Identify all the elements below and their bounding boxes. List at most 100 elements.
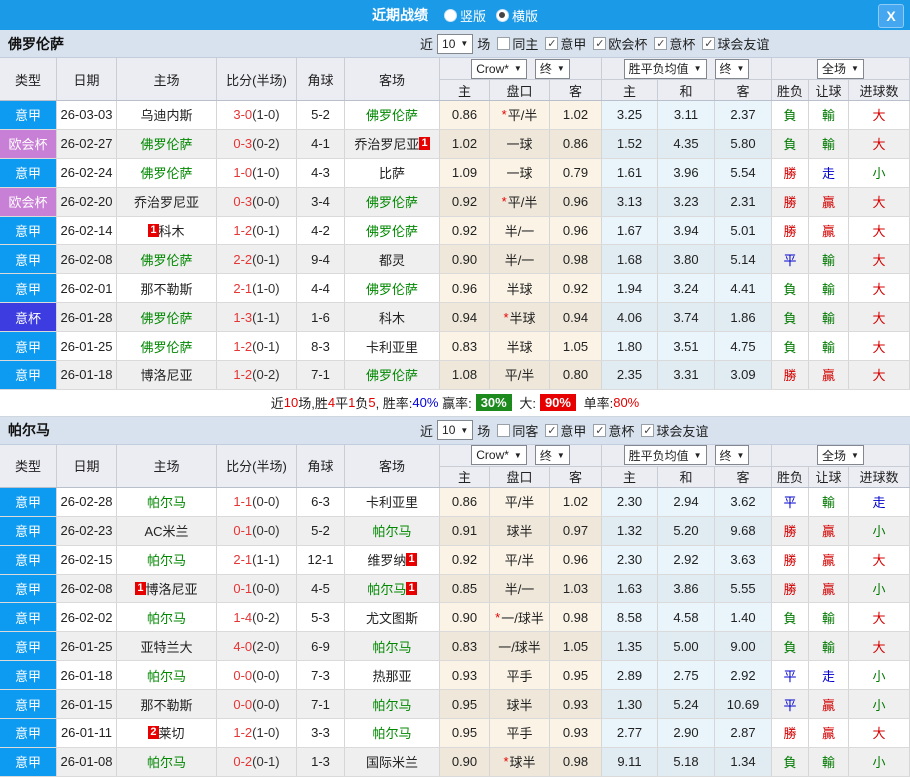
match-row: 意甲26-01-25佛罗伦萨1-2(0-1)8-3卡利亚里0.83半球1.051… — [0, 332, 910, 361]
col-date: 日期 — [57, 58, 117, 100]
handicap-cell: 半/一 — [490, 217, 550, 245]
team-section-parma: 帕尔马 近 10▼ 场 同客 ✓意甲✓意杯✓球会友谊 类型 日期 主场 比分(半… — [0, 417, 910, 777]
home-odds-cell: 0.93 — [440, 661, 490, 689]
avg-stage-select[interactable]: 终▼ — [715, 445, 750, 465]
rank-badge: 1 — [135, 582, 145, 595]
home-odds-cell: 0.92 — [440, 546, 490, 574]
handicap-value: 一/球半 — [501, 608, 544, 627]
league-type-cell: 意甲 — [0, 546, 57, 574]
avg-away-cell: 2.92 — [715, 661, 772, 689]
away-team-cell: 佛罗伦萨 — [345, 101, 440, 129]
home-team-cell: 佛罗伦萨 — [117, 332, 217, 360]
corner-cell: 3-4 — [297, 188, 345, 216]
team-name: 帕尔马 — [8, 420, 50, 440]
match-row: 欧会杯26-02-27佛罗伦萨0-3(0-2)4-1乔治罗尼亚11.02一球0.… — [0, 130, 910, 159]
odds-stage-select[interactable]: 终▼ — [535, 445, 570, 465]
same-venue-checkbox[interactable] — [497, 424, 510, 437]
col-date: 日期 — [57, 445, 117, 487]
wdl-result-cell: 勝 — [772, 159, 809, 187]
league-filter[interactable]: ✓欧会杯 — [586, 34, 647, 53]
home-odds-cell: 0.95 — [440, 719, 490, 747]
chevron-down-icon: ▼ — [851, 451, 859, 460]
subcol-wdl: 胜负 — [772, 80, 809, 100]
fulltime-score: 0-1 — [233, 523, 252, 538]
league-filter[interactable]: ✓意杯 — [647, 34, 695, 53]
home-team-cell: 帕尔马 — [117, 603, 217, 631]
subcol-away-odds: 客 — [550, 467, 602, 487]
corner-cell: 4-5 — [297, 575, 345, 603]
corner-cell: 4-3 — [297, 159, 345, 187]
avg-away-cell: 5.80 — [715, 130, 772, 158]
match-row: 欧会杯26-02-20乔治罗尼亚0-3(0-0)3-4佛罗伦萨0.92*平/半0… — [0, 188, 910, 217]
away-team-cell: 卡利亚里 — [345, 488, 440, 516]
corner-cell: 4-1 — [297, 130, 345, 158]
avg-type-select[interactable]: 胜平负均值▼ — [624, 59, 707, 79]
date-cell: 26-02-28 — [57, 488, 117, 516]
subcol-goals: 进球数 — [849, 467, 910, 487]
odds-stage-select[interactable]: 终▼ — [535, 59, 570, 79]
league-filter[interactable]: ✓意杯 — [586, 421, 634, 440]
horizontal-layout-radio[interactable]: 横版 — [496, 6, 538, 25]
result-group: 全场▼ 胜负 让球 进球数 — [772, 58, 910, 100]
goals-result-cell: 小 — [849, 690, 910, 718]
corner-cell: 4-4 — [297, 274, 345, 302]
subcol-avg-draw: 和 — [658, 80, 715, 100]
filter-bar: 帕尔马 近 10▼ 场 同客 ✓意甲✓意杯✓球会友谊 — [0, 417, 910, 445]
close-button[interactable]: X — [878, 4, 904, 28]
league-filter-label: 意杯 — [608, 421, 634, 440]
score-cell: 1-2(0-1) — [217, 217, 297, 245]
avg-home-cell: 1.61 — [602, 159, 658, 187]
away-odds-cell: 0.95 — [550, 661, 602, 689]
avg-home-cell: 2.89 — [602, 661, 658, 689]
avg-draw-cell: 3.80 — [658, 245, 715, 273]
away-team-name: 科木 — [379, 308, 405, 327]
avg-draw-cell: 2.75 — [658, 661, 715, 689]
match-count-select[interactable]: 10▼ — [437, 34, 473, 54]
odds-company-select[interactable]: Crow*▼ — [471, 59, 527, 79]
handicap-result-cell: 輸 — [809, 748, 849, 776]
match-row: 意甲26-01-25亚特兰大4-0(2-0)6-9帕尔马0.83一/球半1.05… — [0, 632, 910, 661]
league-filter[interactable]: ✓球会友谊 — [695, 34, 769, 53]
halftime-score: (0-1) — [252, 339, 279, 354]
league-type-cell: 意甲 — [0, 361, 57, 389]
handicap-value: 一/球半 — [498, 637, 541, 656]
home-team-name: AC米兰 — [144, 521, 188, 540]
league-filter[interactable]: ✓意甲 — [538, 421, 586, 440]
home-team-cell: 博洛尼亚 — [117, 361, 217, 389]
handicap-result-cell: 走 — [809, 661, 849, 689]
corner-cell: 7-3 — [297, 661, 345, 689]
league-type-cell: 欧会杯 — [0, 130, 57, 158]
away-team-cell: 卡利亚里 — [345, 332, 440, 360]
handicap-cell: 半/一 — [490, 245, 550, 273]
col-corner: 角球 — [297, 445, 345, 487]
match-count-select[interactable]: 10▼ — [437, 420, 473, 440]
league-filter[interactable]: ✓意甲 — [538, 34, 586, 53]
odds-company-select[interactable]: Crow*▼ — [471, 445, 527, 465]
col-score: 比分(半场) — [217, 445, 297, 487]
wdl-result-cell: 勝 — [772, 719, 809, 747]
wdl-result-cell: 勝 — [772, 361, 809, 389]
avg-type-select[interactable]: 胜平负均值▼ — [624, 445, 707, 465]
score-cell: 0-3(0-2) — [217, 130, 297, 158]
home-team-cell: 佛罗伦萨 — [117, 245, 217, 273]
scope-select[interactable]: 全场▼ — [817, 59, 864, 79]
handicap-cell: *平/半 — [490, 101, 550, 129]
avg-stage-select[interactable]: 终▼ — [715, 59, 750, 79]
avg-away-cell: 9.00 — [715, 632, 772, 660]
score-cell: 4-0(2-0) — [217, 632, 297, 660]
handicap-cell: 一球 — [490, 130, 550, 158]
summary-segment: 单率: — [580, 393, 613, 412]
subcol-avg-away: 客 — [715, 467, 772, 487]
away-team-name: 卡利亚里 — [366, 492, 418, 511]
away-odds-cell: 1.02 — [550, 488, 602, 516]
avg-home-cell: 8.58 — [602, 603, 658, 631]
same-venue-checkbox[interactable] — [497, 37, 510, 50]
scope-select[interactable]: 全场▼ — [817, 445, 864, 465]
home-team-name: 科木 — [159, 221, 185, 240]
halftime-score: (0-0) — [252, 668, 279, 683]
match-row: 意甲26-02-24佛罗伦萨1-0(1-0)4-3比萨1.09一球0.791.6… — [0, 159, 910, 188]
league-filter[interactable]: ✓球会友谊 — [634, 421, 708, 440]
fulltime-score: 1-2 — [233, 725, 252, 740]
vertical-layout-radio[interactable]: 竖版 — [444, 6, 486, 25]
score-cell: 1-3(1-1) — [217, 303, 297, 331]
